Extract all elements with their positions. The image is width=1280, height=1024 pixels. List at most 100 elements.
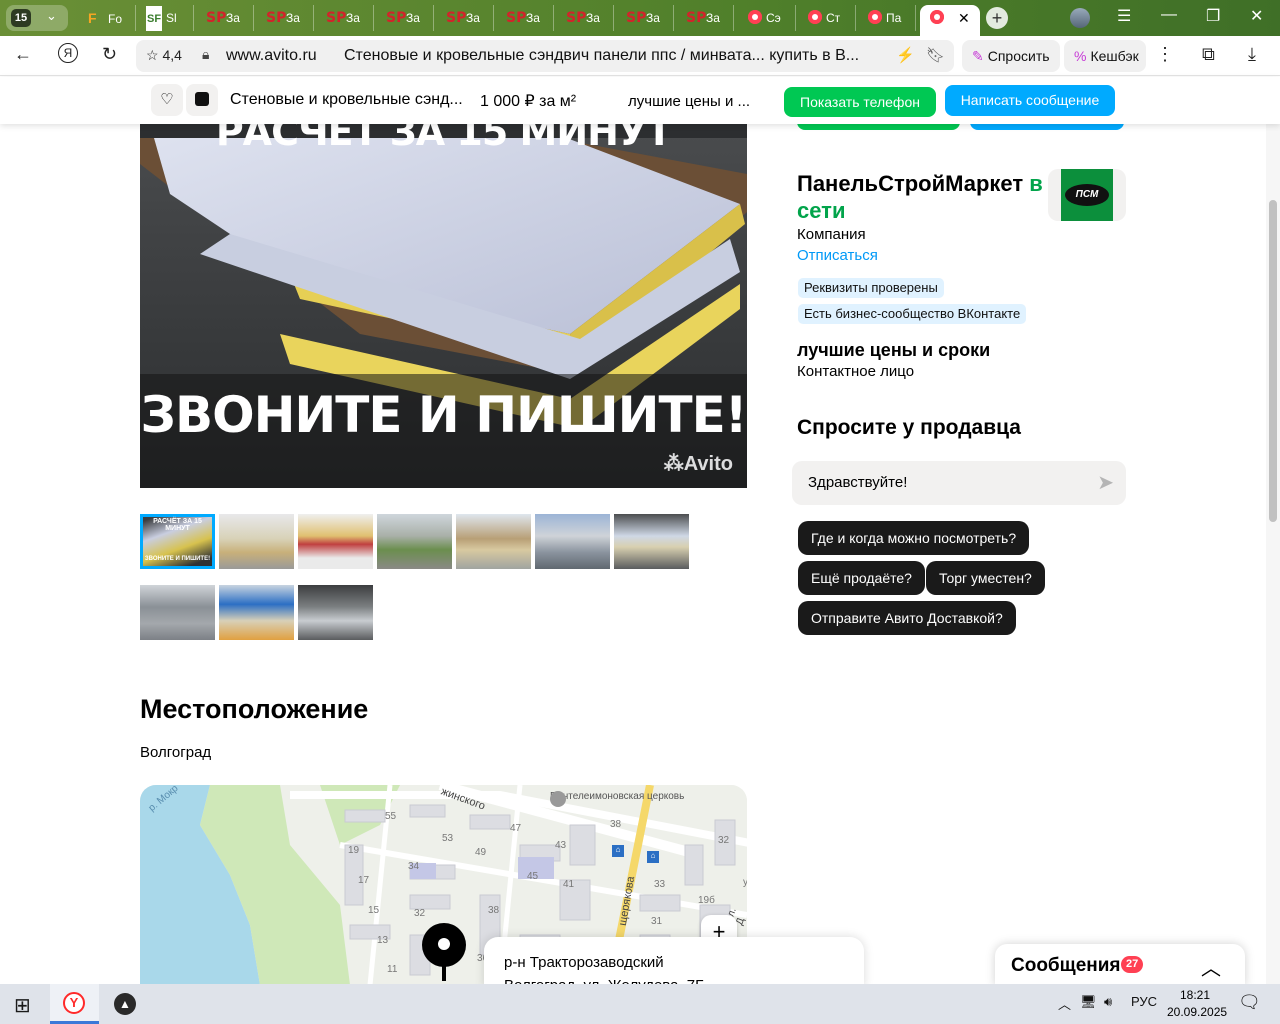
browser-tab-active[interactable]: ✕ [920, 5, 980, 36]
tab-count-button[interactable]: 15 ⌄ [6, 5, 68, 31]
menu-icon[interactable]: ☰ [1117, 6, 1131, 26]
send-icon[interactable]: ➤ [1097, 470, 1114, 495]
quick-question-chip[interactable]: Ещё продаёте? [798, 561, 925, 595]
scrollbar-thumb[interactable] [1269, 200, 1277, 522]
address-bar[interactable]: ☆ 4,4 🔒︎ www.avito.ru Стеновые и кровель… [136, 40, 954, 72]
quick-question-chip[interactable]: Где и когда можно посмотреть? [798, 521, 1030, 555]
more-vertical-icon[interactable]: ⋮ [1156, 44, 1174, 65]
tab-label: Fo [108, 12, 123, 26]
photo-headline: РАСЧЁТ ЗА 15 МИНУТ [215, 124, 672, 154]
back-icon[interactable]: ← [14, 44, 32, 65]
sticky-seller[interactable]: лучшие цены и ... [628, 93, 750, 110]
tab-favicon: SP [266, 10, 287, 26]
show-phone-button[interactable]: Показать телефон [784, 87, 936, 117]
volume-icon[interactable]: 🔊︎ [1104, 994, 1112, 1010]
tab-label: За [406, 11, 420, 25]
map-house-number: 15 [368, 905, 380, 916]
note-icon [195, 92, 209, 106]
thumbnail-1-bottom-text: ЗВОНИТЕ И ПИШИТЕ! [144, 556, 211, 562]
browser-tab[interactable]: SPЗа [616, 5, 674, 31]
avito-watermark: ⁂Avito [663, 453, 733, 475]
ask-seller-heading: Спросите у продавца [797, 416, 1021, 439]
reload-icon[interactable]: ↻ [102, 44, 117, 65]
thumbnail-6[interactable] [535, 514, 610, 569]
browser-tab[interactable]: SPЗа [436, 5, 494, 31]
favorite-button[interactable]: ♡ [151, 84, 183, 116]
browser-tab[interactable]: SPЗа [196, 5, 254, 31]
quick-question-chip[interactable]: Отправите Авито Доставкой? [798, 601, 1016, 635]
map-pin-icon[interactable] [422, 923, 466, 981]
seller-logo[interactable] [1048, 169, 1126, 221]
minimize-icon[interactable]: — [1161, 6, 1177, 24]
bookmark-icon[interactable]: 🔖︎ [926, 46, 945, 64]
map-house-number: 19б [698, 895, 715, 906]
quick-question-chip[interactable]: Торг уместен? [926, 561, 1045, 595]
page-scrollbar[interactable] [1266, 124, 1280, 984]
browser-tab[interactable]: SPЗа [256, 5, 314, 31]
new-tab-icon[interactable]: + [986, 7, 1008, 29]
restore-icon[interactable]: ❐ [1206, 6, 1220, 26]
main-listing-photo[interactable]: РАСЧЁТ ЗА 15 МИНУТ ЗВОНИТЕ И ПИШИТЕ! ⁂Av… [140, 124, 747, 488]
thumbnail-3[interactable] [298, 514, 373, 569]
notifications-icon[interactable]: 🗨︎ [1238, 992, 1261, 1013]
address-card[interactable]: р-н Тракторозаводский Волгоград, ул. Жол… [484, 937, 864, 987]
thumbnail-8[interactable] [140, 585, 215, 640]
write-message-button[interactable]: Написать сообщение [945, 85, 1115, 116]
download-icon[interactable]: ⤓ [1248, 44, 1256, 65]
browser-tab[interactable]: Па [858, 5, 916, 31]
thumbnail-2[interactable] [219, 514, 294, 569]
browser-tab[interactable]: F Fo [78, 5, 136, 31]
close-window-icon[interactable]: ✕ [1250, 6, 1263, 26]
ask-seller-input[interactable]: Здравствуйте! ➤ [792, 461, 1126, 505]
browser-tab[interactable]: Ст [798, 5, 856, 31]
map-house-number: 41 [563, 879, 575, 890]
collections-icon[interactable]: ⧉ [1202, 44, 1215, 65]
browser-tab[interactable]: SPЗа [676, 5, 734, 31]
windows-start-icon[interactable]: ⊞ [14, 993, 31, 1018]
lock-icon[interactable]: 🔒︎ [202, 46, 209, 63]
browser-tab-strip: 15 ⌄ F Fo SF Sl SPЗа SPЗа SPЗа SPЗа SPЗа S… [0, 0, 1280, 36]
chevron-up-icon[interactable]: ︿ [1201, 952, 1221, 981]
reader-mode-icon[interactable]: ⚡ [896, 46, 915, 64]
thumbnail-7[interactable] [614, 514, 689, 569]
input-language[interactable]: РУС [1131, 994, 1157, 1009]
tab-favicon: F [88, 10, 97, 26]
browser-tab[interactable]: SPЗа [496, 5, 554, 31]
site-rating[interactable]: ☆ 4,4 [146, 47, 182, 64]
thumbnail-1-top-text: РАСЧЁТ ЗА 15 МИНУТ [153, 518, 202, 532]
ask-alice-label: Спросить [987, 48, 1050, 64]
taskbar-yandex-browser[interactable]: Y [50, 984, 99, 1024]
network-icon[interactable]: 🖥︎ [1080, 994, 1097, 1010]
unsubscribe-link[interactable]: Отписаться [797, 247, 878, 264]
browser-tab[interactable]: SPЗа [376, 5, 434, 31]
taskbar-app[interactable]: ▲ [102, 984, 146, 1024]
thumbnail-1[interactable]: РАСЧЁТ ЗА 15 МИНУТ ЗВОНИТЕ И ПИШИТЕ! [140, 514, 215, 569]
clock-time[interactable]: 18:21 [1180, 988, 1210, 1002]
ask-alice-button[interactable]: ✎ Спросить [962, 40, 1060, 72]
thumbnail-9[interactable] [219, 585, 294, 640]
tab-label: Сэ [766, 11, 781, 25]
thumbnail-10[interactable] [298, 585, 373, 640]
tab-label: Па [886, 11, 902, 25]
close-tab-icon[interactable]: ✕ [958, 5, 970, 31]
note-button[interactable] [186, 84, 218, 116]
thumbnail-5[interactable] [456, 514, 531, 569]
page-title-text: Стеновые и кровельные сэндвич панели ппс… [344, 47, 860, 64]
messages-panel[interactable]: Сообщения 27 ︿ [995, 944, 1245, 986]
show-hidden-icons-icon[interactable]: ︿ [1058, 994, 1071, 1013]
profile-icon[interactable] [1070, 8, 1090, 28]
seller-name[interactable]: ПанельСтройМаркет в сети [797, 170, 1047, 224]
browser-tab[interactable]: SPЗа [556, 5, 614, 31]
tab-favicon: SP [386, 10, 407, 26]
cashback-button[interactable]: % Кешбэк [1064, 40, 1146, 72]
yandex-icon[interactable]: Я [58, 43, 78, 63]
map-house-number: 43 [555, 840, 567, 851]
browser-tab[interactable]: SF Sl [136, 5, 194, 31]
thumbnail-4[interactable] [377, 514, 452, 569]
browser-toolbar: ← Я ↻ ☆ 4,4 🔒︎ www.avito.ru Стеновые и к… [0, 36, 1280, 76]
seller-type: Компания [797, 226, 866, 243]
browser-tab[interactable]: Сэ [738, 5, 796, 31]
clock-date[interactable]: 20.09.2025 [1167, 1005, 1227, 1019]
map-house-number: 47 [510, 823, 522, 834]
browser-tab[interactable]: SPЗа [316, 5, 374, 31]
